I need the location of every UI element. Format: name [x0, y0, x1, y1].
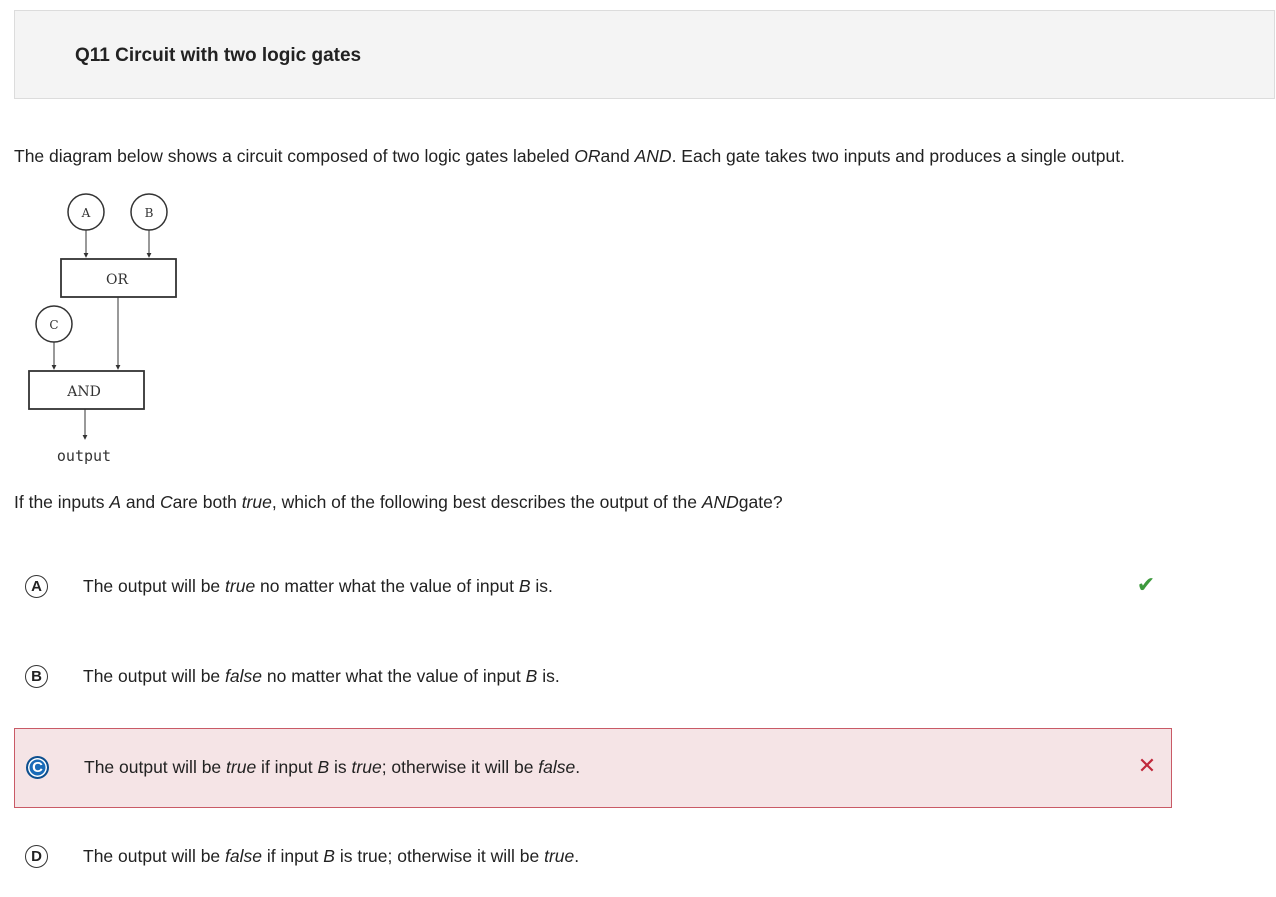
choice-a-text-3: is. [530, 576, 553, 596]
choice-d-text-3: is true; otherwise it will be [334, 846, 545, 866]
choice-d-text-4: . [574, 846, 580, 866]
choice-b-text-2: no matter what the value of input [262, 666, 526, 686]
choice-c-letter[interactable]: C [26, 756, 49, 779]
choice-a-text-1: The output will be [83, 576, 226, 596]
correct-check-icon: ✔ [1136, 572, 1156, 597]
choice-a-letter[interactable]: A [25, 575, 48, 598]
choice-c-em-1: true [226, 757, 257, 777]
prompt-text-3: . Each gate takes two inputs and produce… [671, 146, 1125, 166]
stem-and: AND [701, 492, 739, 512]
choice-a-text: The output will be true no matter what t… [83, 576, 553, 597]
choice-b-text-3: is. [537, 666, 560, 686]
input-a-label: A [81, 206, 91, 220]
choice-d-em-3: true [544, 846, 575, 866]
choice-c-text-5: . [575, 757, 581, 777]
stem-text-1: If the inputs [14, 492, 110, 512]
stem-a: A [109, 492, 122, 512]
prompt-text-1: The diagram below shows a circuit compos… [14, 146, 575, 166]
choice-a-em-2: B [518, 576, 531, 596]
choice-c-text-1: The output will be [84, 757, 227, 777]
choice-c[interactable]: C The output will be true if input B is … [14, 728, 1172, 808]
choice-c-text: The output will be true if input B is tr… [84, 757, 580, 778]
question-header: Q11 Circuit with two logic gates [14, 10, 1275, 99]
input-c-label: C [49, 318, 58, 332]
choice-d-em-1: false [225, 846, 262, 866]
choice-d-text-2: if input [262, 846, 324, 866]
stem-c: C [159, 492, 173, 512]
stem-text-3: are both [172, 492, 242, 512]
stem-text-2: and [121, 492, 160, 512]
choice-a-text-2: no matter what the value of input [255, 576, 519, 596]
choice-c-text-2: if input [256, 757, 318, 777]
choice-a[interactable]: A The output will be true no matter what… [14, 547, 1172, 627]
prompt-and: AND [634, 146, 672, 166]
choice-d-letter[interactable]: D [25, 845, 48, 868]
stem-text-4: , which of the following best describes … [271, 492, 702, 512]
question-prompt: The diagram below shows a circuit compos… [14, 146, 1125, 167]
stem-true: true [241, 492, 272, 512]
and-gate-label: AND [66, 384, 101, 400]
input-b-label: B [145, 206, 154, 220]
question-stem: If the inputs A and Care both true, whic… [14, 492, 783, 513]
circuit-diagram: A B OR C AND output [28, 193, 177, 465]
choice-b-letter[interactable]: B [25, 665, 48, 688]
choice-b-em-2: B [525, 666, 538, 686]
choice-b-em-1: false [225, 666, 262, 686]
choice-d[interactable]: D The output will be false if input B is… [14, 817, 1172, 897]
choice-d-text-1: The output will be [83, 846, 226, 866]
or-gate-label: OR [106, 272, 128, 288]
choice-c-text-4: ; otherwise it will be [381, 757, 539, 777]
output-label: output [57, 447, 111, 465]
choice-d-em-2: B [323, 846, 335, 866]
choice-c-em-4: false [538, 757, 576, 777]
stem-text-5: gate? [738, 492, 783, 512]
choice-a-em-1: true [225, 576, 256, 596]
question-title: Q11 Circuit with two logic gates [75, 45, 362, 66]
prompt-text-2: and [600, 146, 635, 166]
choice-c-text-3: is [329, 757, 352, 777]
choice-b-text-1: The output will be [83, 666, 226, 686]
choice-b[interactable]: B The output will be false no matter wha… [14, 637, 1172, 717]
incorrect-x-icon: ✕ [1137, 753, 1157, 778]
choice-c-em-3: true [351, 757, 382, 777]
choice-b-text: The output will be false no matter what … [83, 666, 560, 687]
choice-c-em-2: B [317, 757, 330, 777]
choice-d-text: The output will be false if input B is t… [83, 846, 579, 867]
prompt-or: OR [574, 146, 601, 166]
